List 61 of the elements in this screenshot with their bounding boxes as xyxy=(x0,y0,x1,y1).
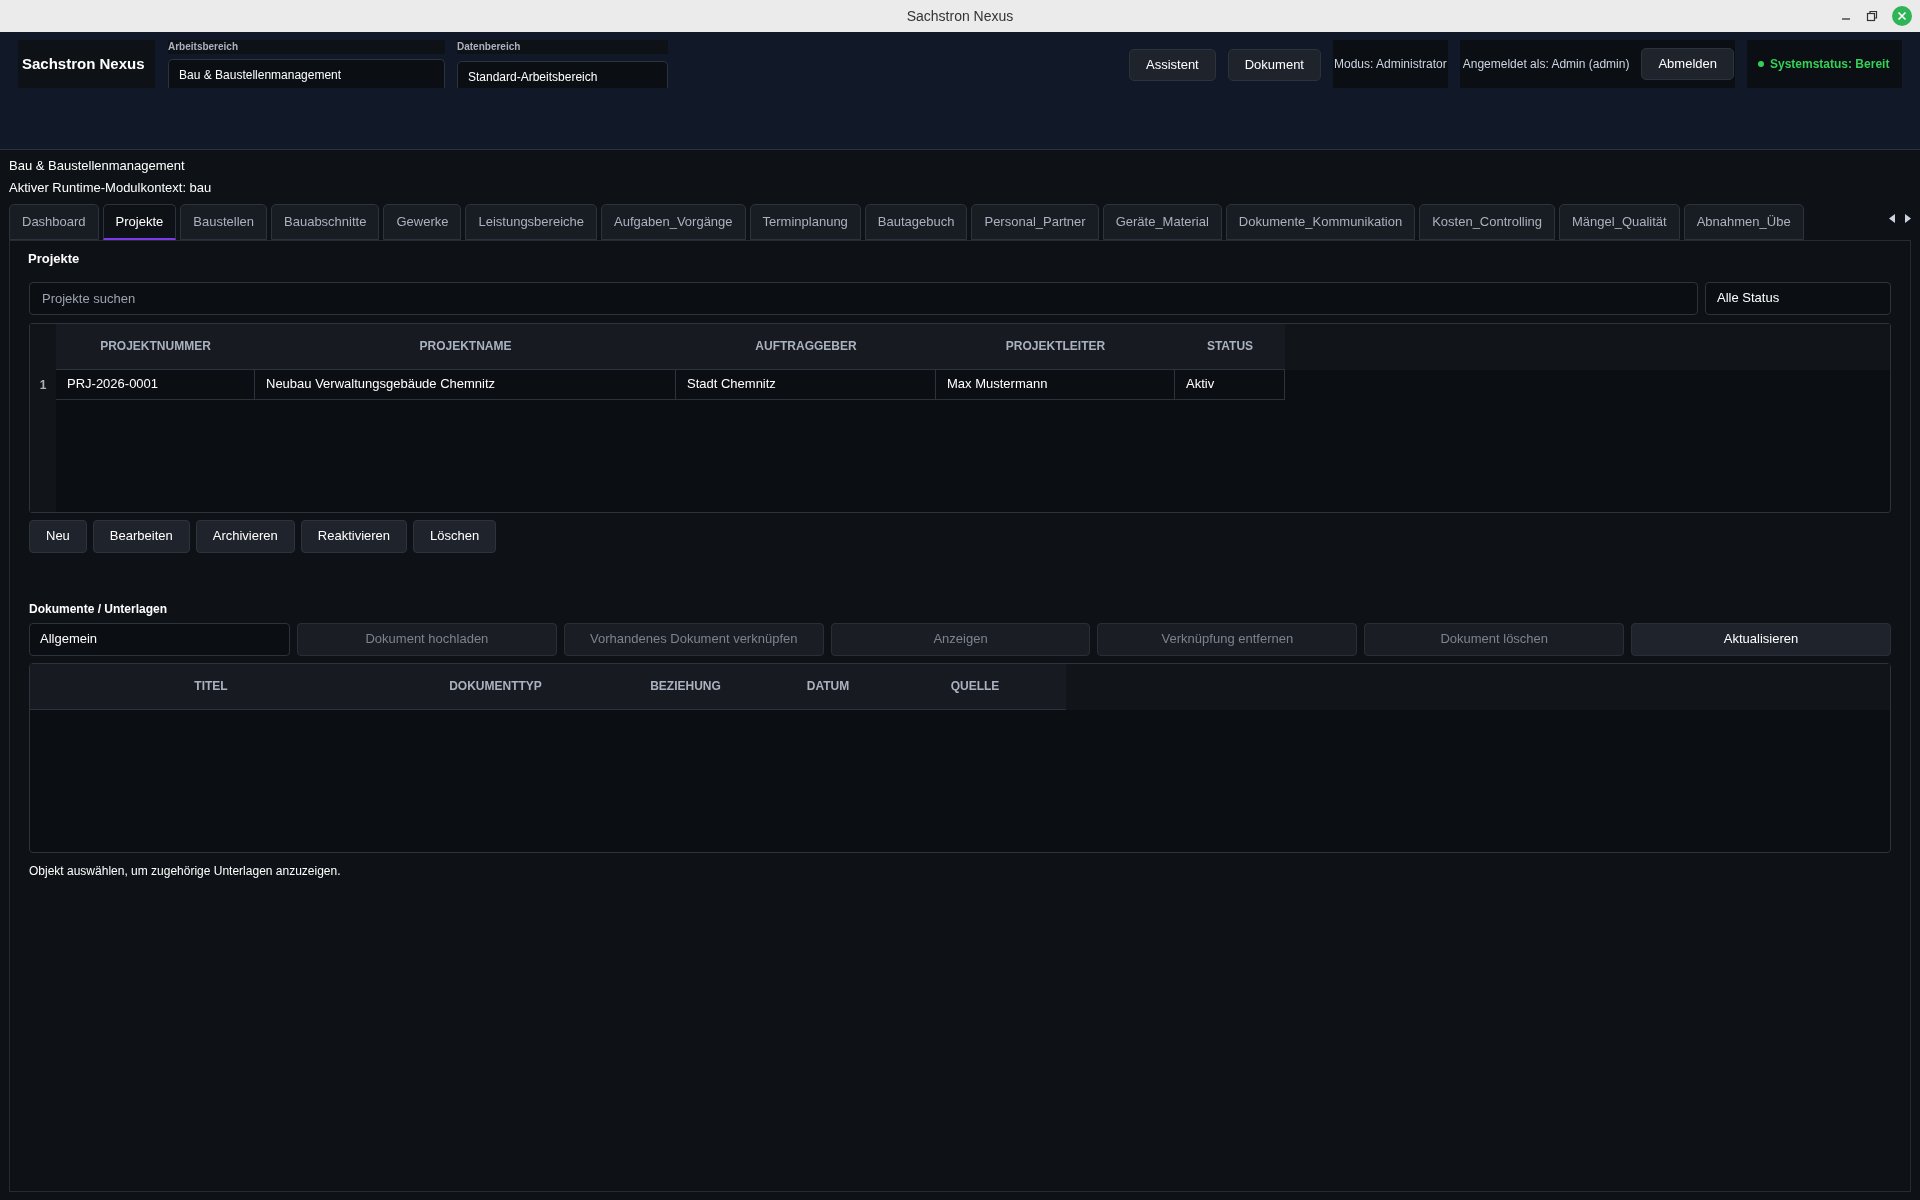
mode-label: Modus: Administrator xyxy=(1333,40,1448,88)
section-title: Dokumente / Unterlagen xyxy=(29,600,169,618)
context-label: Aktiver Runtime-Modulkontext: bau xyxy=(9,180,213,196)
action-button[interactable]: Reaktivieren xyxy=(300,519,408,553)
tab[interactable]: Aufgaben_Vorgänge xyxy=(601,204,746,240)
action-button[interactable]: Neu xyxy=(29,519,87,553)
window-title: Sachstron Nexus xyxy=(906,6,1014,26)
table-cell: PRJ-2026-0001 xyxy=(56,369,255,400)
tab[interactable]: Geräte_Material xyxy=(1102,204,1222,240)
brand-title: Sachstron Nexus xyxy=(18,40,155,88)
action-button[interactable]: Archivieren xyxy=(195,519,295,553)
table-cell: Max Mustermann xyxy=(936,369,1175,400)
tab[interactable]: Gewerke xyxy=(383,204,462,240)
column-header[interactable]: QUELLE xyxy=(884,663,1066,709)
tab[interactable]: Baustellen xyxy=(180,204,268,240)
tab[interactable]: Abnahmen_Übe xyxy=(1683,204,1804,240)
column-header[interactable]: PROJEKTNUMMER xyxy=(56,323,255,369)
table-cell: Aktiv xyxy=(1175,369,1285,400)
column-header[interactable]: DATUM xyxy=(772,663,884,709)
tab[interactable]: Bauabschnitte xyxy=(271,204,380,240)
document-button[interactable]: Aktualisieren xyxy=(1631,622,1891,656)
status-dropdown[interactable]: Alle Status xyxy=(1705,281,1891,315)
tab[interactable]: Personal_Partner xyxy=(971,204,1099,240)
table-cell: Stadt Chemnitz xyxy=(676,369,936,400)
tab[interactable]: Leistungsbereiche xyxy=(465,204,597,240)
tab[interactable]: Terminplanung xyxy=(749,204,861,240)
tab[interactable]: Dokumente_Kommunikation xyxy=(1225,204,1416,240)
tab[interactable]: Bautagebuch xyxy=(864,204,968,240)
column-header[interactable]: DOKUMENTTYP xyxy=(392,663,599,709)
header-button[interactable]: Dokument xyxy=(1227,49,1321,81)
scroll-right-icon[interactable] xyxy=(1904,214,1911,223)
tab[interactable]: Projekte xyxy=(102,204,177,240)
column-header[interactable]: BEZIEHUNG xyxy=(599,663,772,709)
tab[interactable]: Dashboard xyxy=(9,204,99,240)
close-icon[interactable] xyxy=(1892,6,1912,26)
logout-button[interactable]: Abmelden xyxy=(1641,48,1734,80)
header-button[interactable]: Assistent xyxy=(1129,49,1216,81)
hint-text: Objekt auswählen, um zugehörige Unterlagen anzuzeigen. xyxy=(29,862,342,880)
context-label: Bau & Baustellenmanagement xyxy=(9,158,186,174)
field-label: Datenbereich xyxy=(457,40,668,54)
action-button[interactable]: Löschen xyxy=(413,519,497,553)
user-label: Angemeldet als: Admin (admin) xyxy=(1462,56,1630,73)
category-dropdown[interactable]: Allgemein xyxy=(29,622,290,656)
column-header[interactable]: STATUS xyxy=(1175,323,1285,369)
system-status: Systemstatus: Bereit xyxy=(1770,56,1890,73)
table-cell: Neubau Verwaltungsgebäude Chemnitz xyxy=(255,369,676,400)
workspace-dropdown[interactable]: Bau & Baustellenmanagement xyxy=(168,59,445,88)
search-field[interactable]: Projekte suchen xyxy=(29,281,1698,315)
column-header[interactable]: TITEL xyxy=(30,663,392,709)
tab[interactable]: Kosten_Controlling xyxy=(1419,204,1556,240)
section-title: Projekte xyxy=(28,250,81,268)
row-number: 1 xyxy=(38,376,48,394)
tab[interactable]: Mängel_Qualität xyxy=(1559,204,1680,240)
column-header[interactable]: PROJEKTNAME xyxy=(255,323,676,369)
field-label: Arbeitsbereich xyxy=(168,40,445,54)
action-button[interactable]: Bearbeiten xyxy=(92,519,190,553)
restore-icon[interactable] xyxy=(1866,10,1878,22)
column-header[interactable]: AUFTRAGGEBER xyxy=(676,323,936,369)
column-header[interactable]: PROJEKTLEITER xyxy=(936,323,1175,369)
data-area-dropdown[interactable]: Standard-Arbeitsbereich xyxy=(457,61,668,88)
scroll-left-icon[interactable] xyxy=(1889,214,1896,223)
